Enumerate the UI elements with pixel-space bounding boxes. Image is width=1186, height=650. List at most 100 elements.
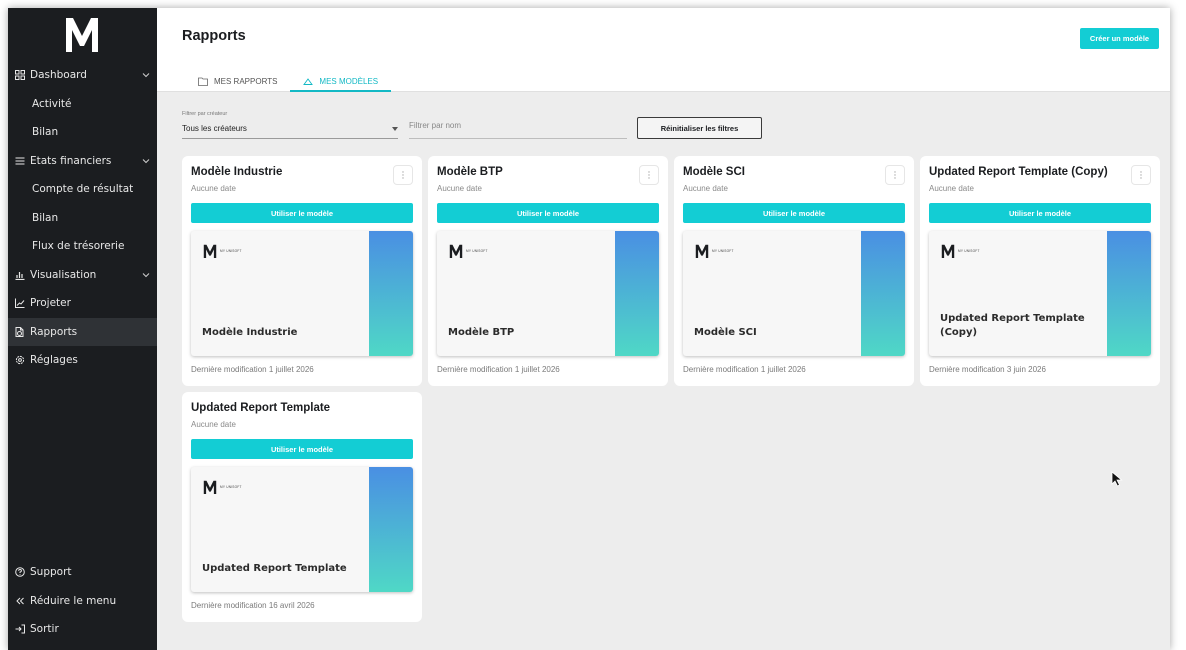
- reset-filters-button[interactable]: Réinitialiser les filtres: [637, 117, 762, 139]
- tab-bar: MES RAPPORTS MES MODÈLES: [185, 70, 391, 92]
- card-title: Updated Report Template: [191, 402, 331, 414]
- sidebar-item-logout[interactable]: Sortir: [8, 615, 157, 644]
- card-date: Aucune date: [683, 184, 728, 193]
- creator-filter-select[interactable]: Filtrer par créateur Tous les créateurs: [182, 111, 398, 139]
- sidebar-item-activite[interactable]: Activité: [8, 90, 157, 119]
- card-modified-date: Dernière modification 16 avril 2026: [191, 601, 315, 610]
- preview-gradient-bar: [615, 231, 659, 356]
- preview-gradient-bar: [1107, 231, 1151, 356]
- preview-brand: MY UNISOFT: [466, 249, 488, 253]
- use-template-button[interactable]: Utiliser le modèle: [191, 203, 413, 223]
- sidebar-item-compte-de-resultat[interactable]: Compte de résultat: [8, 175, 157, 204]
- sidebar-item-support[interactable]: Support: [8, 558, 157, 587]
- preview-title: Modèle BTP: [448, 326, 515, 338]
- sidebar-item-etats-financiers[interactable]: Etats financiers: [8, 147, 157, 176]
- card-menu-button[interactable]: [639, 165, 659, 185]
- sidebar-nav: Dashboard Activité Bilan Etats financier…: [8, 61, 157, 375]
- app-logo[interactable]: [64, 14, 100, 54]
- card-menu-button[interactable]: [1131, 165, 1151, 185]
- sidebar-item-flux-de-tresorerie[interactable]: Flux de trésorerie: [8, 232, 157, 261]
- report-icon: [14, 326, 26, 338]
- folder-icon: [198, 77, 208, 86]
- tab-mes-modeles[interactable]: MES MODÈLES: [290, 70, 391, 92]
- sidebar-item-label: Réglages: [30, 354, 78, 367]
- sidebar: Dashboard Activité Bilan Etats financier…: [8, 8, 157, 650]
- sidebar-item-label: Etats financiers: [30, 154, 112, 167]
- use-template-button[interactable]: Utiliser le modèle: [437, 203, 659, 223]
- page-header: Rapports Créer un modèle MES RAPPORTS ME…: [157, 8, 1170, 92]
- card-title: Updated Report Template (Copy): [929, 166, 1108, 178]
- card-modified-date: Dernière modification 1 juillet 2026: [437, 365, 560, 374]
- card-date: Aucune date: [191, 420, 236, 429]
- preview-title: Updated Report Template: [202, 562, 347, 574]
- sidebar-item-label: Visualisation: [30, 268, 97, 281]
- creator-filter-value: Tous les créateurs: [182, 124, 247, 133]
- name-filter-input[interactable]: [409, 121, 627, 130]
- preview-brand: MY UNISOFT: [712, 249, 734, 253]
- chevron-down-icon: [142, 272, 150, 277]
- tab-mes-rapports[interactable]: MES RAPPORTS: [185, 70, 290, 92]
- card-title: Modèle SCI: [683, 166, 745, 178]
- template-card[interactable]: Modèle BTP Aucune date Utiliser le modèl…: [428, 156, 668, 386]
- template-preview[interactable]: MY UNISOFT Updated Report Template: [191, 467, 413, 592]
- template-card[interactable]: Updated Report Template Aucune date Util…: [182, 392, 422, 622]
- create-template-button[interactable]: Créer un modèle: [1080, 28, 1159, 49]
- menu-lines-icon: [14, 155, 26, 167]
- use-template-button[interactable]: Utiliser le modèle: [683, 203, 905, 223]
- card-date: Aucune date: [929, 184, 974, 193]
- gear-icon: [14, 354, 26, 366]
- use-template-button[interactable]: Utiliser le modèle: [191, 439, 413, 459]
- kebab-menu-icon: [648, 171, 650, 179]
- card-date: Aucune date: [437, 184, 482, 193]
- sidebar-item-dashboard[interactable]: Dashboard: [8, 61, 157, 90]
- template-card[interactable]: Updated Report Template (Copy) Aucune da…: [920, 156, 1160, 386]
- sidebar-item-label: Projeter: [30, 297, 71, 310]
- sidebar-item-label: Rapports: [30, 325, 78, 338]
- page-title: Rapports: [182, 28, 246, 44]
- template-preview[interactable]: MY UNISOFT Modèle SCI: [683, 231, 905, 356]
- grid-icon: [14, 69, 26, 81]
- use-template-button[interactable]: Utiliser le modèle: [929, 203, 1151, 223]
- preview-logo: [449, 244, 463, 258]
- help-circle-icon: [14, 566, 26, 578]
- kebab-menu-icon: [1140, 171, 1142, 179]
- sidebar-item-label: Bilan: [32, 211, 59, 224]
- sidebar-item-reduce-menu[interactable]: Réduire le menu: [8, 587, 157, 616]
- card-menu-button[interactable]: [885, 165, 905, 185]
- sidebar-item-label: Support: [30, 566, 72, 579]
- preview-title: Modèle Industrie: [202, 326, 298, 338]
- sidebar-item-visualisation[interactable]: Visualisation: [8, 261, 157, 290]
- sidebar-item-label: Dashboard: [30, 69, 87, 82]
- card-modified-date: Dernière modification 1 juillet 2026: [683, 365, 806, 374]
- template-card[interactable]: Modèle SCI Aucune date Utiliser le modèl…: [674, 156, 914, 386]
- name-filter-field: [409, 111, 627, 139]
- template-preview[interactable]: MY UNISOFT Modèle Industrie: [191, 231, 413, 356]
- kebab-menu-icon: [894, 171, 896, 179]
- chevron-down-icon: [142, 73, 150, 78]
- chevron-down-icon: [142, 158, 150, 163]
- creator-filter-label: Filtrer par créateur: [182, 111, 228, 117]
- caret-down-icon: [392, 127, 398, 131]
- tab-label: MES RAPPORTS: [214, 76, 278, 86]
- card-menu-button[interactable]: [393, 165, 413, 185]
- sidebar-item-label: Réduire le menu: [30, 594, 117, 607]
- logout-icon: [14, 623, 26, 635]
- card-title: Modèle Industrie: [191, 166, 283, 178]
- preview-gradient-bar: [369, 231, 413, 356]
- sidebar-item-label: Compte de résultat: [32, 183, 134, 196]
- sidebar-bottom: Support Réduire le menu Sortir: [8, 558, 157, 644]
- tab-label: MES MODÈLES: [319, 76, 379, 86]
- sidebar-item-bilan-dashboard[interactable]: Bilan: [8, 118, 157, 147]
- template-preview[interactable]: MY UNISOFT Modèle BTP: [437, 231, 659, 356]
- template-preview[interactable]: MY UNISOFT Updated Report Template (Copy…: [929, 231, 1151, 356]
- sidebar-item-label: Activité: [32, 97, 72, 110]
- preview-title: Updated Report Template (Copy): [940, 313, 1085, 338]
- template-card[interactable]: Modèle Industrie Aucune date Utiliser le…: [182, 156, 422, 386]
- sidebar-item-rapports[interactable]: Rapports: [8, 317, 157, 346]
- preview-brand: MY UNISOFT: [958, 249, 980, 253]
- sidebar-item-bilan[interactable]: Bilan: [8, 204, 157, 233]
- sidebar-item-label: Sortir: [30, 623, 59, 636]
- sidebar-item-reglages[interactable]: Réglages: [8, 346, 157, 375]
- double-chevron-left-icon: [14, 595, 26, 607]
- sidebar-item-projeter[interactable]: Projeter: [8, 289, 157, 318]
